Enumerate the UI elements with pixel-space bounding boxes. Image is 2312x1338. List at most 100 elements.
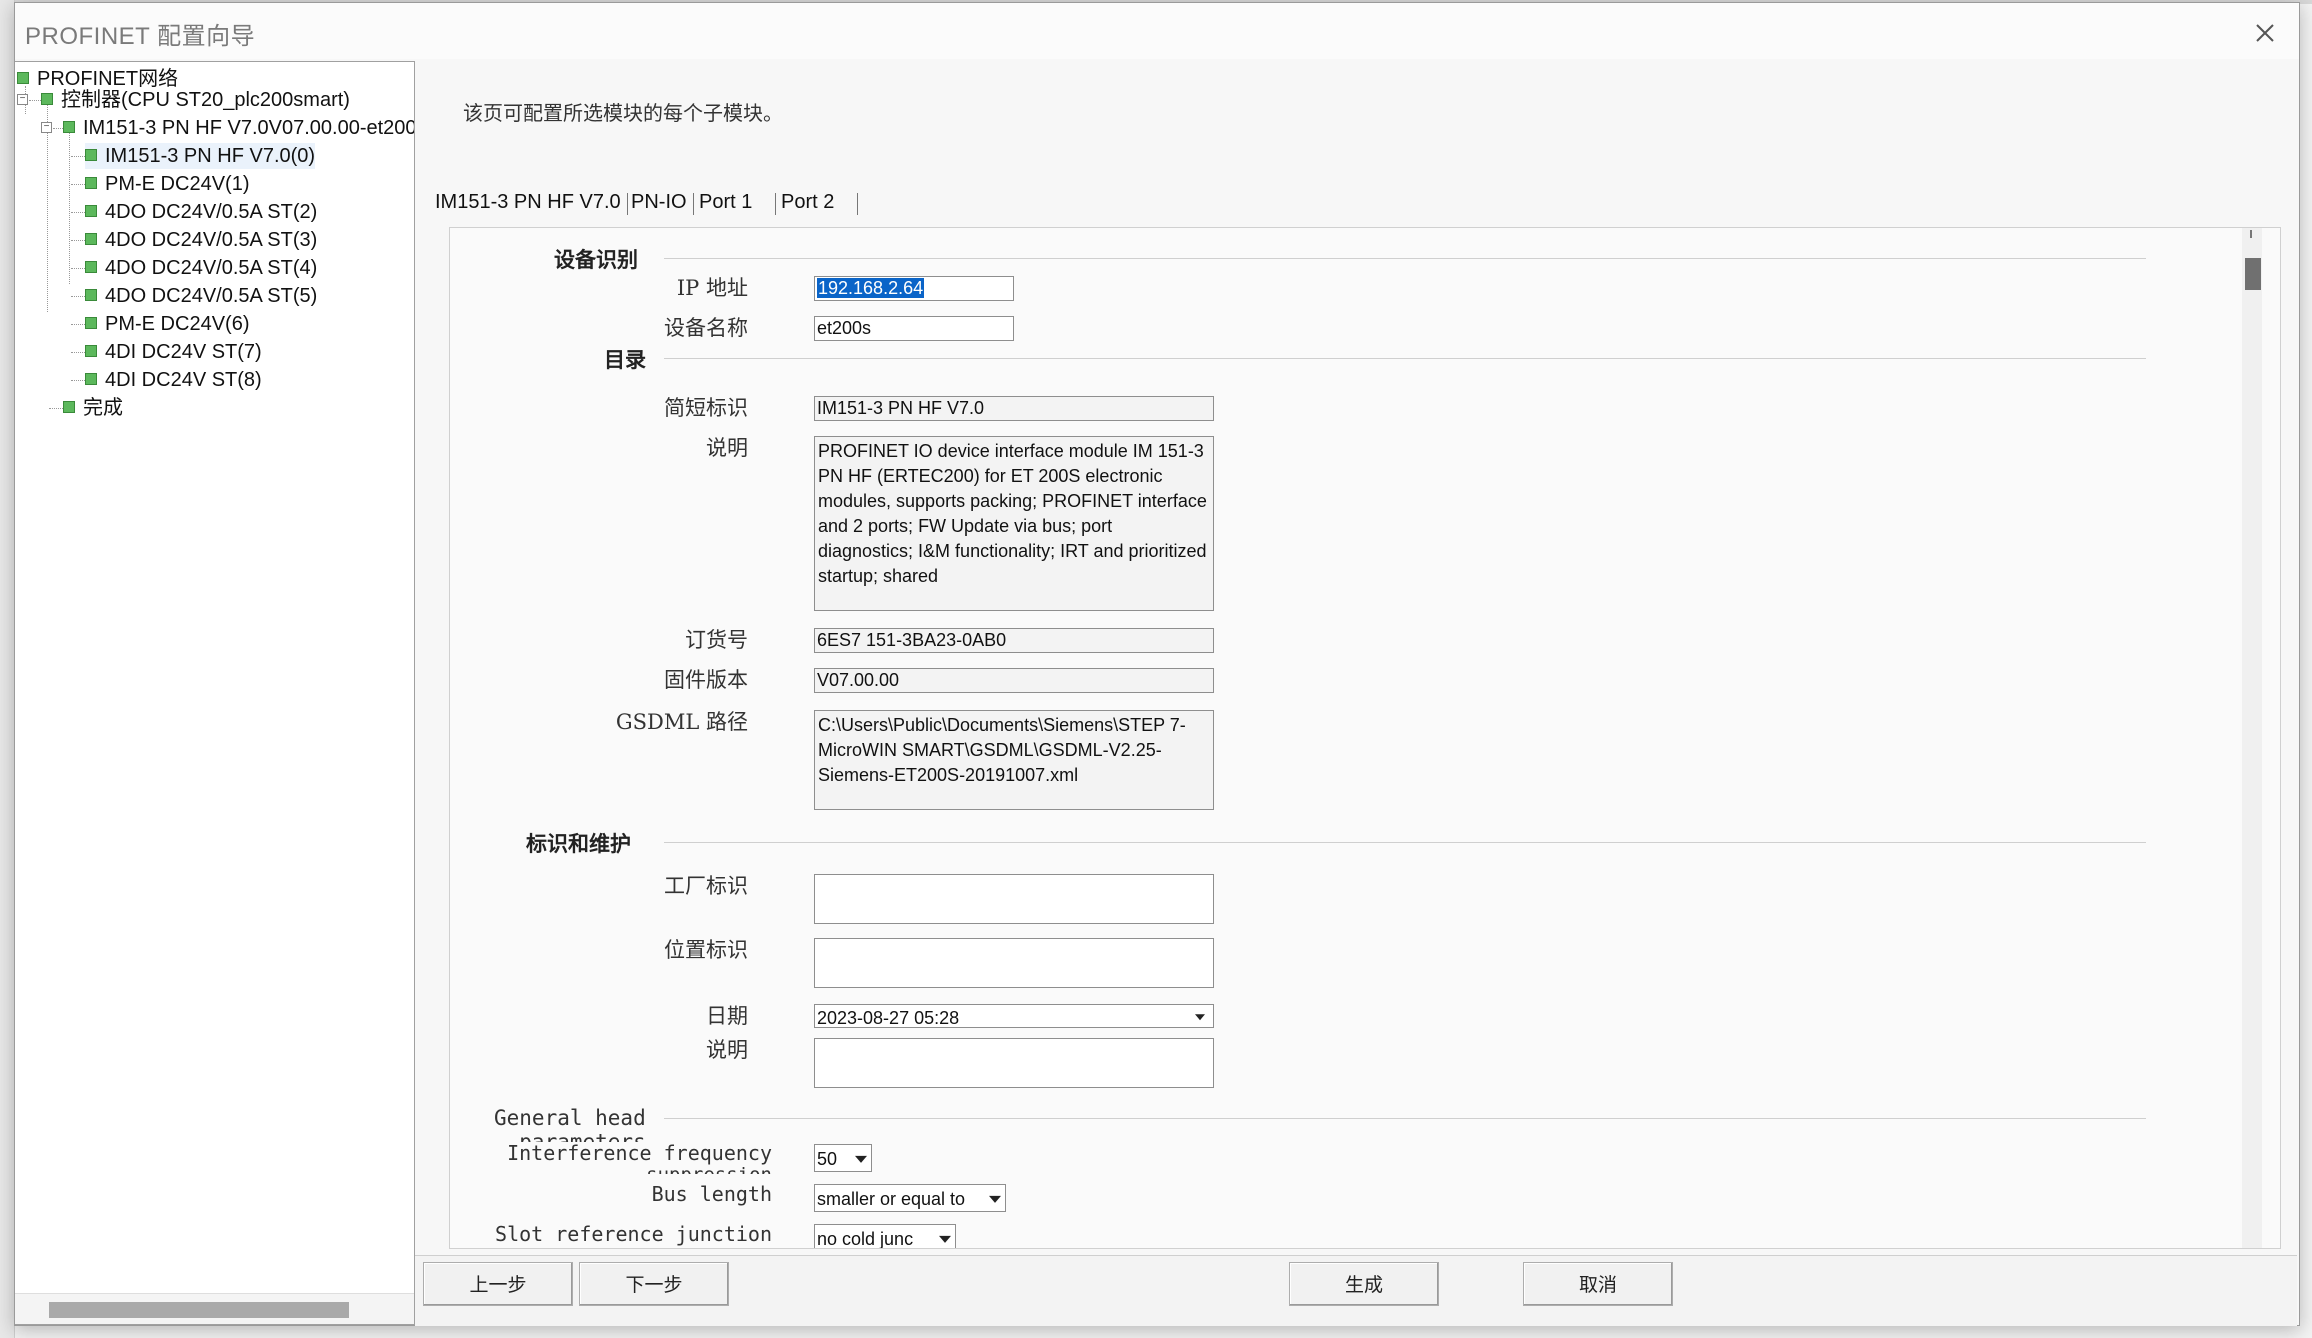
tree-module-item[interactable]: 4DO DC24V/0.5A ST(2) — [85, 199, 317, 225]
plant-id-label: 工厂标识 — [664, 874, 748, 898]
form-vertical-scrollbar[interactable] — [2242, 228, 2262, 1248]
module-icon — [85, 344, 97, 357]
tree-module-item[interactable]: 4DI DC24V ST(7) — [85, 339, 262, 365]
config-tree: PROFINET网络 − 控制器(CPU ST20_plc200smart) −… — [15, 61, 415, 1325]
interference-select[interactable]: 50 — [814, 1144, 872, 1172]
module-icon — [85, 204, 97, 217]
tab-separator — [857, 193, 858, 215]
tree-connector — [71, 184, 85, 185]
device-icon — [63, 120, 75, 133]
order-number-label: 订货号 — [685, 628, 748, 652]
interference-value: 50 — [817, 1149, 838, 1169]
module-icon — [85, 148, 97, 161]
tree-module-item[interactable]: PM-E DC24V(6) — [85, 311, 249, 337]
scrollbar-cap — [2250, 230, 2252, 238]
tab-port-1[interactable]: Port 1 — [699, 191, 752, 214]
collapse-icon[interactable]: − — [41, 122, 52, 133]
profinet-wizard-window: PROFINET 配置向导 PROFINET网络 − 控制器(CPU ST20_… — [14, 2, 2300, 1326]
tree-module-item[interactable]: 4DO DC24V/0.5A ST(5) — [85, 283, 317, 309]
firmware-version-field: V07.00.00 — [814, 668, 1214, 693]
close-icon — [2256, 24, 2274, 42]
tree-connector — [71, 296, 85, 297]
collapse-icon[interactable]: − — [17, 94, 28, 105]
tree-node-controller[interactable]: 控制器(CPU ST20_plc200smart) — [41, 87, 350, 113]
tree-horizontal-scrollbar[interactable] — [15, 1293, 414, 1324]
chevron-down-icon[interactable] — [855, 1155, 867, 1163]
module-icon — [85, 316, 97, 329]
tree-node-label: 4DO DC24V/0.5A ST(4) — [105, 257, 318, 279]
tree-module-item[interactable]: PM-E DC24V(1) — [85, 171, 249, 197]
tree-module-item[interactable]: 4DO DC24V/0.5A ST(4) — [85, 255, 317, 281]
bus-length-select[interactable]: smaller or equal to — [814, 1184, 1006, 1212]
cancel-button[interactable]: 取消 — [1523, 1262, 1673, 1306]
tree-node-finish[interactable]: 完成 — [63, 395, 123, 421]
section-device-id: 设备识别 — [554, 247, 638, 272]
window-title: PROFINET 配置向导 — [25, 23, 256, 50]
close-button[interactable] — [2245, 13, 2285, 53]
im-description-field[interactable] — [814, 1038, 1214, 1088]
tree-connector — [71, 268, 85, 269]
date-label: 日期 — [706, 1004, 748, 1028]
plant-id-field[interactable] — [814, 874, 1214, 924]
section-divider — [664, 258, 2146, 259]
gsdml-path-label: GSDML 路径 — [615, 710, 748, 734]
page-intro: 该页可配置所选模块的每个子模块。 — [463, 101, 783, 125]
tree-module-item[interactable]: 4DI DC24V ST(8) — [85, 367, 262, 393]
tree-connector — [53, 128, 63, 129]
tree-node-label: IM151-3 PN HF V7.0V07.00.00-et200s — [83, 117, 415, 139]
prev-button[interactable]: 上一步 — [423, 1262, 573, 1306]
section-general-head: General head parameters — [494, 1106, 646, 1142]
location-id-label: 位置标识 — [664, 938, 748, 962]
network-icon — [17, 71, 29, 84]
form-scroll-area: 设备识别 IP 地址 192.168.2.64 设备名称 et200s 目录 简… — [449, 227, 2281, 1249]
tree-connector — [71, 156, 85, 157]
tree-node-label: PM-E DC24V(6) — [105, 313, 250, 335]
tree-node-label: 4DI DC24V ST(8) — [105, 369, 262, 391]
device-name-field[interactable]: et200s — [814, 316, 1014, 341]
section-divider — [664, 842, 2146, 843]
module-icon — [85, 232, 97, 245]
chevron-down-icon[interactable] — [1195, 1014, 1205, 1021]
ip-address-field[interactable]: 192.168.2.64 — [814, 276, 1014, 301]
device-name-label: 设备名称 — [664, 316, 748, 340]
tree-node-device[interactable]: IM151-3 PN HF V7.0V07.00.00-et200s — [63, 115, 415, 141]
tab-port-2[interactable]: Port 2 — [781, 191, 834, 214]
module-icon — [85, 176, 97, 189]
interference-label-cont: suppression — [450, 1164, 772, 1174]
date-picker[interactable]: 2023-08-27 05:28 — [814, 1004, 1214, 1028]
scrollbar-thumb[interactable] — [49, 1302, 349, 1318]
description-label: 说明 — [706, 436, 748, 460]
tree-node-label: 4DO DC24V/0.5A ST(3) — [105, 229, 318, 251]
tree-node-label: IM151-3 PN HF V7.0(0) — [105, 145, 316, 167]
slot-reference-select[interactable]: no cold junc — [814, 1224, 956, 1249]
description-field: PROFINET IO device interface module IM 1… — [814, 436, 1214, 611]
tab-separator — [693, 193, 694, 215]
slot-reference-value: no cold junc — [817, 1229, 914, 1249]
section-general-title: General head — [494, 1106, 646, 1130]
interference-label-text: Interference frequency — [507, 1141, 772, 1165]
order-number-field: 6ES7 151-3BA23-0AB0 — [814, 628, 1214, 653]
tree-connector — [69, 124, 70, 284]
tree-node-label: 控制器(CPU ST20_plc200smart) — [61, 89, 350, 111]
location-id-field[interactable] — [814, 938, 1214, 988]
chevron-down-icon[interactable] — [939, 1235, 951, 1243]
next-button[interactable]: 下一步 — [579, 1262, 729, 1306]
generate-button[interactable]: 生成 — [1289, 1262, 1439, 1306]
title-bar: PROFINET 配置向导 — [15, 3, 2299, 59]
finish-icon — [63, 400, 75, 413]
section-divider — [664, 1118, 2146, 1119]
tree-module-item[interactable]: IM151-3 PN HF V7.0(0) — [85, 143, 316, 169]
tree-node-label: 4DO DC24V/0.5A ST(5) — [105, 285, 318, 307]
slot-reference-label: Slot reference junction — [495, 1222, 772, 1246]
scrollbar-thumb[interactable] — [2245, 258, 2261, 290]
tab-im151[interactable]: IM151-3 PN HF V7.0 — [435, 191, 621, 214]
date-value: 2023-08-27 05:28 — [817, 1008, 960, 1028]
chevron-down-icon[interactable] — [989, 1195, 1001, 1203]
tree-node-label: 4DI DC24V ST(7) — [105, 341, 262, 363]
controller-icon — [41, 92, 53, 105]
tree-module-item[interactable]: 4DO DC24V/0.5A ST(3) — [85, 227, 317, 253]
tree-connector — [71, 380, 85, 381]
tree-connector — [71, 240, 85, 241]
tab-pn-io[interactable]: PN-IO — [631, 191, 687, 214]
tree-connector — [71, 324, 85, 325]
